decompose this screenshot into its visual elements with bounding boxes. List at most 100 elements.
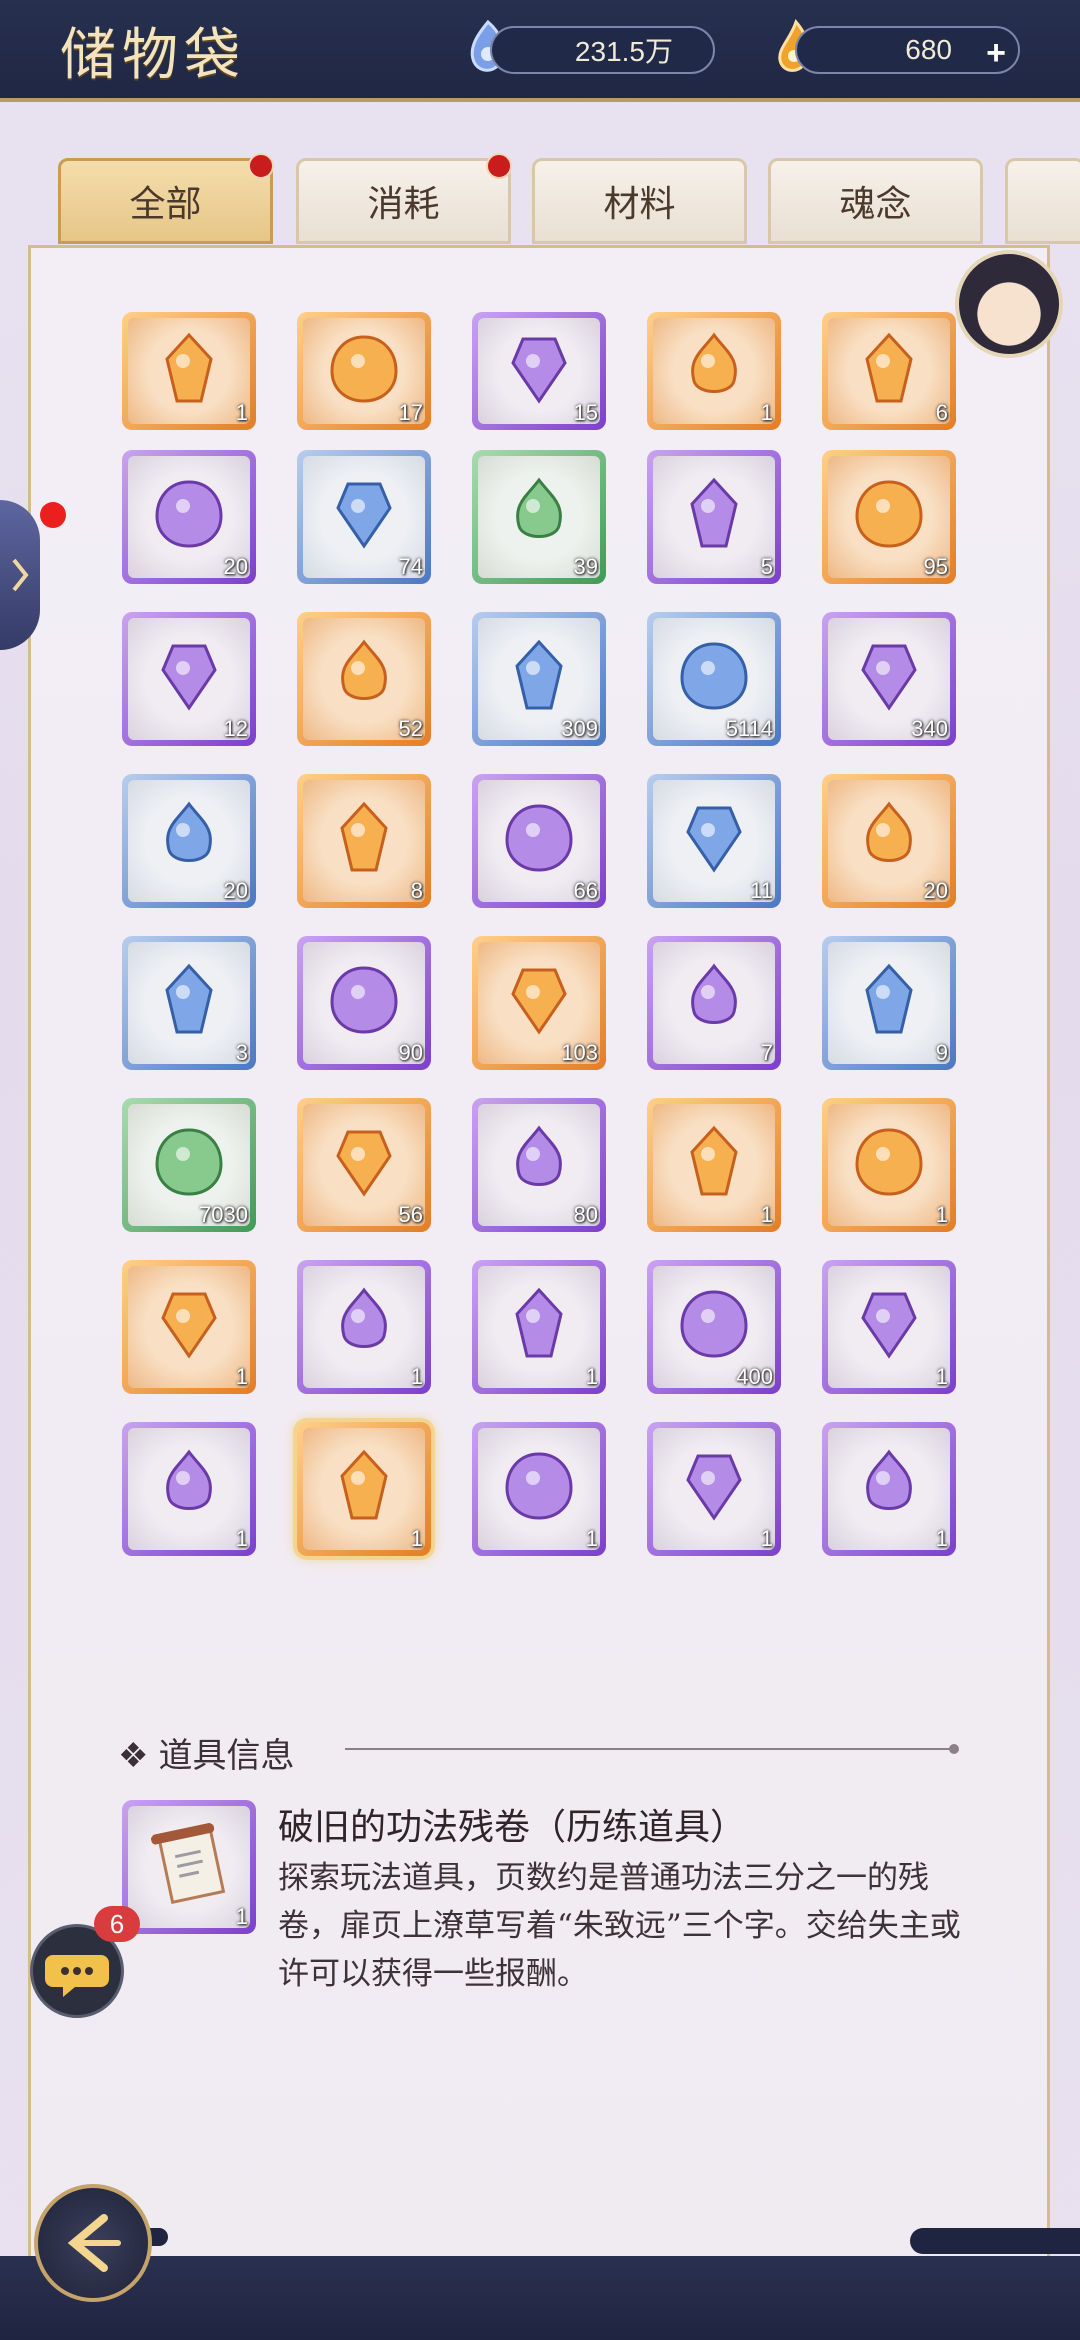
inventory-slot[interactable]: 309 [472, 612, 606, 746]
tab-1[interactable]: 消耗 [296, 153, 512, 244]
inventory-slot[interactable]: 17 [297, 312, 431, 430]
inventory-slot[interactable]: 1 [122, 1260, 256, 1394]
inventory-slot[interactable]: 5 [647, 450, 781, 584]
inventory-slot[interactable]: 66 [472, 774, 606, 908]
item-highlight [176, 353, 190, 368]
amethyst-icon [505, 804, 573, 872]
inventory-slot[interactable]: 20 [822, 774, 956, 908]
gold-currency-display[interactable]: 680 + [795, 26, 1020, 74]
item-highlight [701, 353, 715, 368]
detail-item-count: 1 [235, 1904, 248, 1929]
item-count: 1 [935, 1364, 948, 1389]
frost-egg-icon [686, 806, 742, 873]
inventory-slot[interactable]: 12 [122, 612, 256, 746]
item-count: 400 [736, 1364, 773, 1389]
tab-2[interactable]: 材料 [532, 158, 747, 244]
inventory-slot[interactable]: 1 [297, 1260, 431, 1394]
item-count: 1 [235, 1526, 248, 1551]
item-count: 80 [573, 1202, 598, 1227]
inventory-slot[interactable]: 8 [297, 774, 431, 908]
tab-label: 全部 [129, 184, 202, 225]
green-pod-icon [680, 1290, 748, 1358]
inventory-slot[interactable]: 20 [122, 774, 256, 908]
item-highlight [876, 1147, 890, 1162]
item-count: 1 [760, 400, 773, 425]
back-arrow-icon [67, 2214, 121, 2272]
inventory-slot[interactable]: 6 [822, 312, 956, 430]
inventory-slot[interactable]: 1 [472, 1260, 606, 1394]
inventory-slot[interactable]: 52 [297, 612, 431, 746]
inventory-slot[interactable]: 7030 [122, 1098, 256, 1232]
inventory-slot[interactable]: 20 [122, 450, 256, 584]
inventory-slot[interactable]: 1 [472, 1422, 606, 1556]
inventory-slot[interactable]: 95 [822, 450, 956, 584]
tab-label: 魂念 [839, 184, 912, 225]
item-shape [511, 968, 567, 1035]
item-shape [511, 337, 567, 404]
item-highlight [351, 1147, 365, 1162]
inventory-slot[interactable]: 340 [822, 612, 956, 746]
item-highlight [701, 1309, 715, 1324]
inventory-slot[interactable]: 103 [472, 936, 606, 1070]
item-shape [161, 1292, 217, 1359]
item-count: 52 [398, 716, 423, 741]
item-highlight [351, 1471, 365, 1486]
item-shape [855, 1128, 923, 1196]
inventory-slot[interactable]: 1 [122, 1422, 256, 1556]
inventory-slot[interactable]: 39 [472, 450, 606, 584]
chevron-right-icon [12, 558, 29, 592]
item-count: 12 [223, 716, 248, 741]
inventory-slot[interactable]: 7 [647, 936, 781, 1070]
crest-plate-icon [161, 1292, 217, 1359]
inventory-slot[interactable]: 1 [297, 1422, 431, 1556]
item-highlight [176, 1471, 190, 1486]
gold-crystal-icon [336, 1130, 392, 1197]
inventory-slot[interactable]: 5114 [647, 612, 781, 746]
item-count: 7030 [199, 1202, 248, 1227]
item-shape [155, 1128, 223, 1196]
item-highlight [701, 985, 715, 1000]
side-drawer-handle[interactable] [0, 500, 40, 650]
back-button[interactable] [34, 2184, 152, 2302]
inventory-slot[interactable]: 1 [647, 312, 781, 430]
item-count: 1 [760, 1526, 773, 1551]
avatar[interactable] [955, 250, 1063, 358]
inventory-slot[interactable]: 1 [122, 312, 256, 430]
item-shape [330, 335, 398, 403]
inventory-slot[interactable]: 1 [647, 1422, 781, 1556]
item-highlight [526, 353, 540, 368]
spirit-grass-icon [330, 966, 398, 1034]
tab-overflow[interactable] [1005, 158, 1080, 244]
inventory-slot[interactable]: 9 [822, 936, 956, 1070]
inventory-slot[interactable]: 56 [297, 1098, 431, 1232]
item-highlight [876, 823, 890, 838]
wooden-instrument-icon [865, 332, 913, 403]
inventory-slot[interactable]: 1 [822, 1422, 956, 1556]
item-highlight [351, 985, 365, 1000]
inventory-slot[interactable]: 1 [822, 1098, 956, 1232]
inventory-slot[interactable]: 1 [822, 1260, 956, 1394]
inventory-slot[interactable]: 15 [472, 312, 606, 430]
inventory-slot[interactable]: 1 [647, 1098, 781, 1232]
tab-0[interactable]: 全部 [58, 153, 274, 244]
potion-bottle-icon [516, 477, 562, 539]
item-shape [165, 332, 213, 403]
inventory-slot[interactable]: 11 [647, 774, 781, 908]
inventory-slot[interactable]: 90 [297, 936, 431, 1070]
item-shape [690, 478, 738, 548]
item-shape [861, 1292, 917, 1359]
inventory-slot[interactable]: 400 [647, 1260, 781, 1394]
inventory-slot[interactable]: 3 [122, 936, 256, 1070]
tab-3[interactable]: 魂念 [768, 158, 983, 244]
item-count: 1 [760, 1202, 773, 1227]
inventory-slot[interactable]: 80 [472, 1098, 606, 1232]
item-highlight [351, 1309, 365, 1324]
red-chest-icon [691, 332, 737, 393]
add-currency-button[interactable]: + [986, 34, 1006, 73]
item-count: 3 [235, 1040, 248, 1065]
amber-pouch-icon [340, 802, 388, 872]
item-highlight [526, 823, 540, 838]
inventory-slot[interactable]: 74 [297, 450, 431, 584]
item-highlight [526, 1471, 540, 1486]
item-shape [680, 1290, 748, 1358]
